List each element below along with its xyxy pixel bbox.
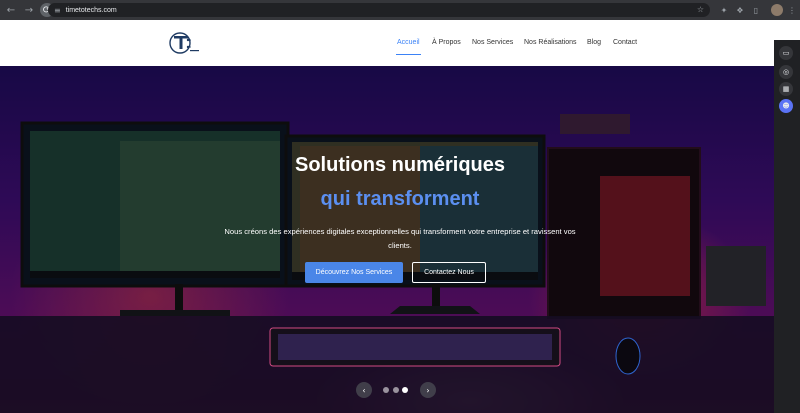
back-icon[interactable]: ←	[4, 3, 18, 17]
apps-icon[interactable]: ▦	[779, 82, 793, 96]
carousel-dot-3[interactable]	[402, 387, 408, 393]
contact-us-button[interactable]: Contactez Nous	[412, 262, 486, 283]
star-icon[interactable]: ☆	[697, 5, 704, 14]
more-icon[interactable]: ⋮	[786, 4, 798, 16]
browser-toolbar: ← → ⟳ ≡ timetotechs.com ☆ ✦ ❖ ▯ ⋮	[0, 0, 800, 20]
hero-section: Solutions numériques qui transforment No…	[0, 66, 800, 413]
nav-nos-realisations[interactable]: Nos Réalisations	[524, 39, 577, 46]
carousel-next-button[interactable]: ›	[420, 382, 436, 398]
reading-list-icon[interactable]: ▭	[779, 46, 793, 60]
hero-subtitle: Nous créons des expériences digitales ex…	[224, 227, 576, 250]
nav-accueil[interactable]: Accueil	[397, 39, 420, 46]
carousel-prev-button[interactable]: ‹	[356, 382, 372, 398]
discover-services-button[interactable]: Découvrez Nos Services	[305, 262, 403, 283]
extension-icon[interactable]: ✦	[718, 4, 730, 16]
assistant-robot-icon[interactable]: ☻	[779, 99, 793, 113]
lens-icon[interactable]: ◎	[779, 65, 793, 79]
carousel-dot-2[interactable]	[393, 387, 399, 393]
site-logo[interactable]	[168, 30, 200, 56]
puzzle-icon[interactable]: ❖	[734, 4, 746, 16]
nav-active-underline	[396, 54, 421, 55]
site-header: Accueil À Propos Nos Services Nos Réalis…	[0, 20, 800, 66]
hero-title-accent: qui transforment	[320, 188, 480, 210]
address-bar-url: timetotechs.com	[65, 6, 117, 14]
nav-nos-services[interactable]: Nos Services	[472, 39, 513, 46]
address-bar[interactable]: ≡ timetotechs.com ☆	[48, 3, 710, 17]
hero-title: Solutions numériques	[294, 154, 506, 176]
nav-a-propos[interactable]: À Propos	[432, 39, 461, 46]
carousel-dot-1[interactable]	[383, 387, 389, 393]
profile-avatar[interactable]	[771, 4, 783, 16]
sidepanel-icon[interactable]: ▯	[750, 4, 762, 16]
browser-side-panel: ▭ ◎ ▦ ☻	[774, 40, 800, 413]
nav-blog[interactable]: Blog	[587, 39, 601, 46]
forward-icon[interactable]: →	[22, 3, 36, 17]
nav-contact[interactable]: Contact	[613, 39, 637, 46]
tune-icon[interactable]: ≡	[54, 6, 61, 15]
